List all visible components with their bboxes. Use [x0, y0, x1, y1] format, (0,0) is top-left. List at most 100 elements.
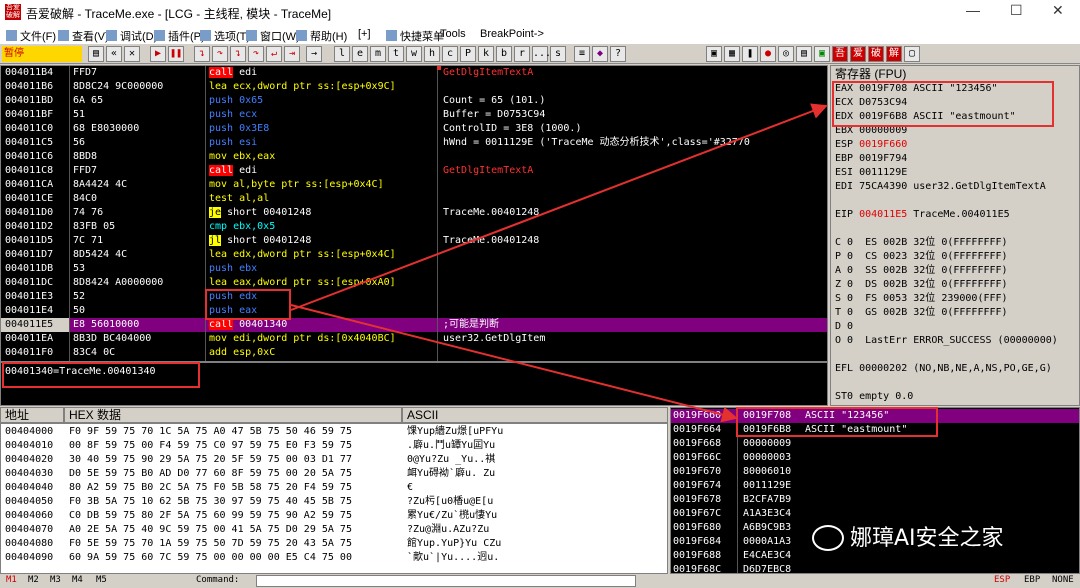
- stack-value: D6D7EBC8: [743, 564, 792, 574]
- pause-icon[interactable]: ❚: [742, 46, 758, 62]
- reg-desc: [907, 139, 913, 150]
- open-button[interactable]: ▤: [88, 46, 104, 62]
- help-icon-btn[interactable]: ?: [610, 46, 626, 62]
- disasm-addr: 004011D7: [5, 249, 54, 260]
- tb-k[interactable]: k: [478, 46, 494, 62]
- menu-tools[interactable]: Tools: [440, 28, 466, 40]
- brand-4[interactable]: 解: [886, 46, 902, 62]
- dump-pane[interactable]: 00404000 F0 9F 59 75 70 1C 5A 75 A0 47 5B…: [0, 423, 668, 574]
- mnemonic: je: [209, 207, 222, 218]
- trace-over-button[interactable]: ↷: [248, 46, 264, 62]
- maximize-button[interactable]: ☐: [1010, 2, 1023, 19]
- disasm-instr: mov ebx,eax: [209, 150, 275, 164]
- list-icon[interactable]: ≡: [574, 46, 590, 62]
- record-icon[interactable]: ●: [760, 46, 776, 62]
- disasm-hex: 68 E8030000: [73, 123, 140, 134]
- tb-t[interactable]: t: [388, 46, 404, 62]
- plugin-icon-btn[interactable]: ◆: [592, 46, 608, 62]
- menu-options[interactable]: 选项(T): [200, 28, 250, 44]
- disasm-hex: 74 76: [73, 207, 104, 218]
- exec-till-return-button[interactable]: ↵: [266, 46, 282, 62]
- stack-value: A1A3E3C4: [743, 508, 792, 519]
- tb-p[interactable]: P: [460, 46, 476, 62]
- minimize-button[interactable]: —: [966, 2, 980, 18]
- operands: al,byte ptr ss:[esp+0x4C]: [227, 179, 384, 190]
- tb-c[interactable]: c: [442, 46, 458, 62]
- dump-header-addr: 地址: [0, 407, 64, 423]
- mnemonic: push: [209, 95, 234, 106]
- target-icon[interactable]: ◎: [778, 46, 794, 62]
- trace-into-button[interactable]: ↴: [230, 46, 246, 62]
- calc-icon[interactable]: ▤: [796, 46, 812, 62]
- menu-debug[interactable]: 调试(D): [106, 28, 157, 44]
- tb-h[interactable]: h: [424, 46, 440, 62]
- close-proc-button[interactable]: ✕: [124, 46, 140, 62]
- run-button[interactable]: ▶: [150, 46, 166, 62]
- ip-icon[interactable]: ▦: [724, 46, 740, 62]
- reg-none[interactable]: NONE: [1052, 575, 1074, 585]
- disasm-addr: 004011D5: [5, 235, 54, 246]
- disasm-hex: 84C0: [73, 193, 98, 204]
- disasm-hex: 8A4424 4C: [73, 179, 128, 190]
- menu-file[interactable]: 文件(F): [6, 28, 56, 44]
- tb-e[interactable]: e: [352, 46, 368, 62]
- dump-addr: 00404000: [5, 426, 54, 437]
- goto-button[interactable]: →: [306, 46, 322, 62]
- mem-tab-1[interactable]: M1: [6, 575, 17, 585]
- restart-button[interactable]: «: [106, 46, 122, 62]
- menu-breakpoint[interactable]: BreakPoint->: [480, 28, 544, 40]
- tb-r[interactable]: r: [514, 46, 530, 62]
- tb-w[interactable]: w: [406, 46, 422, 62]
- reg-ebp[interactable]: EBP: [1024, 575, 1040, 585]
- disasm-instr: call edi: [209, 66, 257, 80]
- brand-3[interactable]: 破: [868, 46, 884, 62]
- disasm-addr: 004011C6: [5, 151, 54, 162]
- dump-ascii: €: [407, 482, 414, 493]
- exec-user-button[interactable]: ⇥: [284, 46, 300, 62]
- brand-1[interactable]: 吾: [832, 46, 848, 62]
- mem-tab-4[interactable]: M4: [72, 575, 83, 585]
- brand-2[interactable]: 爱: [850, 46, 866, 62]
- menu-plugins[interactable]: 插件(P): [154, 28, 205, 44]
- disasm-addr: 004011BF: [5, 109, 54, 120]
- green-icon[interactable]: ▣: [814, 46, 830, 62]
- pause-button[interactable]: ❚❚: [168, 46, 184, 62]
- disassembly-pane[interactable]: 004011B4 FFD7 call edi GetDlgItemTextA 00401…: [0, 65, 828, 362]
- step-into-button[interactable]: ↴: [194, 46, 210, 62]
- menu-shortcut[interactable]: 快捷菜单: [386, 28, 444, 44]
- tb-dots[interactable]: ...: [532, 46, 551, 62]
- run-green-icon[interactable]: ▣: [706, 46, 722, 62]
- disasm-hex: 8BD8: [73, 151, 98, 162]
- mem-tab-5[interactable]: M5: [96, 575, 107, 585]
- mem-tab-2[interactable]: M2: [28, 575, 39, 585]
- command-input[interactable]: [256, 575, 636, 587]
- menu-help[interactable]: 帮助(H): [296, 28, 347, 44]
- tb-l[interactable]: l: [334, 46, 350, 62]
- disasm-addr: 004011E4: [5, 305, 54, 316]
- dump-addr: 00404030: [5, 468, 54, 479]
- mnemonic: jl: [209, 235, 222, 246]
- disasm-instr: je short 00401248: [209, 206, 311, 220]
- operands: short 00401248: [221, 235, 312, 246]
- register-line: ESI 0011129E: [835, 167, 908, 178]
- disasm-instr: call edi: [209, 164, 257, 178]
- disasm-instr: mov al,byte ptr ss:[esp+0x4C]: [209, 178, 384, 192]
- menu-view[interactable]: 查看(V): [58, 28, 109, 44]
- annotation-info-box: [2, 362, 200, 388]
- disasm-hex: 6A 65: [73, 95, 104, 106]
- register-line: EBP 0019F794: [835, 153, 908, 164]
- close-button[interactable]: ✕: [1052, 2, 1064, 19]
- operands: esp,0xC: [227, 347, 276, 358]
- operands: 00401340: [233, 319, 288, 330]
- menu-plus[interactable]: [+]: [358, 28, 371, 40]
- tb-b[interactable]: b: [496, 46, 512, 62]
- menu-window[interactable]: 窗口(W): [246, 28, 300, 44]
- mem-tab-3[interactable]: M3: [50, 575, 61, 585]
- stack-addr: 0019F664: [673, 424, 722, 435]
- reg-esp[interactable]: ESP: [994, 575, 1010, 585]
- step-over-button[interactable]: ↷: [212, 46, 228, 62]
- window-icon-btn[interactable]: ▢: [904, 46, 920, 62]
- tb-s[interactable]: s: [550, 46, 566, 62]
- disasm-comment: Buffer = D0753C94: [443, 109, 546, 120]
- tb-m[interactable]: m: [370, 46, 386, 62]
